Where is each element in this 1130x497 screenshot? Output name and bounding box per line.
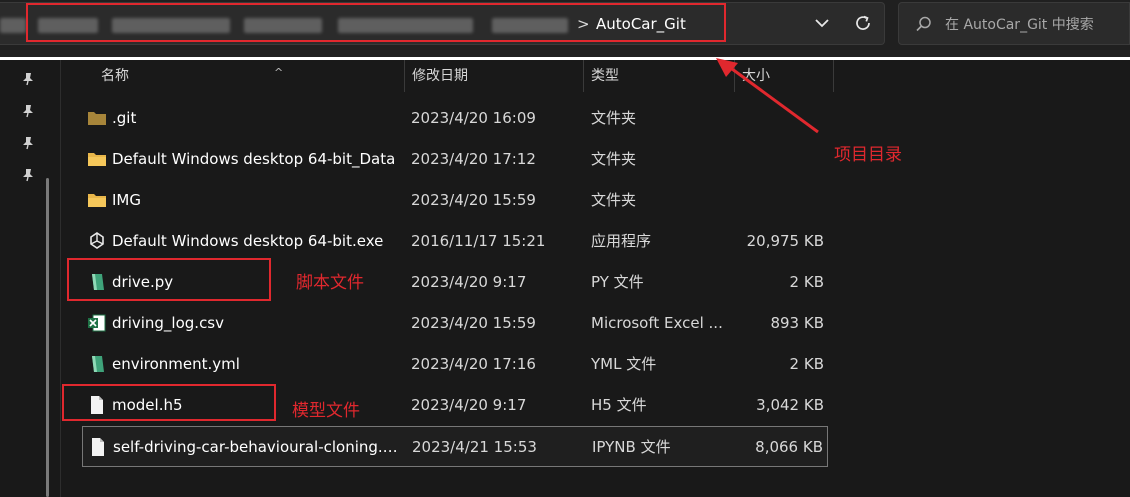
- annotation-arrow: [716, 58, 819, 134]
